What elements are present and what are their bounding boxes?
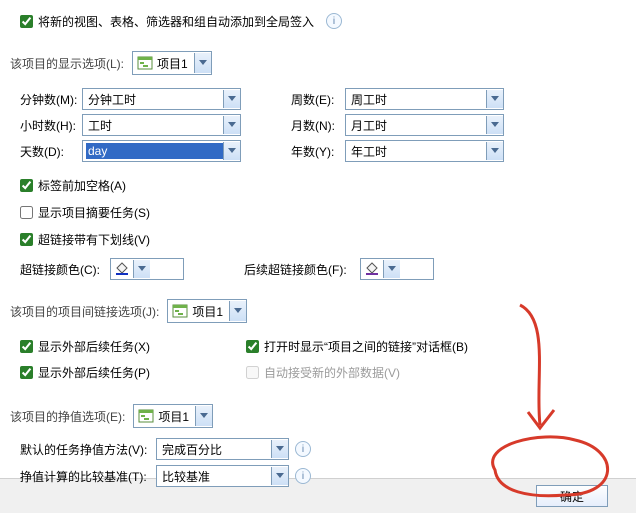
baseline-value: 比较基准 [160,468,212,485]
ev-project-value: 项目1 [158,408,195,425]
default-method-label: 默认的任务挣值方法(V): [20,441,156,458]
minutes-value: 分钟工时 [86,91,138,108]
auto-accept-text: 自动接受新的外部数据(V) [264,364,400,381]
followed-color-label: 后续超链接颜色(F): [244,261,360,278]
auto-add-global-input[interactable] [20,15,33,28]
chevron-down-icon [223,142,240,160]
months-label: 月数(N): [291,117,345,134]
ev-section-header: 该项目的挣值选项(E): [10,408,125,425]
project-icon [136,54,154,72]
project-icon [171,302,189,320]
days-combo[interactable]: day [82,140,241,162]
chevron-down-icon [383,260,400,278]
minutes-combo[interactable]: 分钟工时 [82,88,241,110]
chevron-down-icon [133,260,150,278]
default-method-combo[interactable]: 完成百分比 [156,438,289,460]
chevron-down-icon [271,467,288,485]
chevron-down-icon [194,53,211,73]
display-project-value: 项目1 [157,55,194,72]
display-project-combo[interactable]: 项目1 [132,51,212,75]
hyperlink-underline-text: 超链接带有下划线(V) [38,231,150,248]
weeks-label: 周数(E): [291,91,345,108]
space-before-label-text: 标签前加空格(A) [38,177,126,194]
months-value: 月工时 [349,117,389,134]
paint-bucket-icon [111,262,133,276]
hours-combo[interactable]: 工时 [82,114,241,136]
show-ext-succ-p-checkbox[interactable]: 显示外部后续任务(P) [20,364,150,381]
hyperlink-underline-checkbox[interactable]: 超链接带有下划线(V) [20,231,150,248]
crosslink-section-header: 该项目的项目间链接选项(J): [10,303,159,320]
chevron-down-icon [486,116,503,134]
chevron-down-icon [271,440,288,458]
auto-add-global-label: 将新的视图、表格、筛选器和组自动添加到全局签入 [38,13,314,30]
ok-button[interactable]: 确定 [536,485,608,507]
help-icon[interactable]: i [295,468,311,484]
open-dialog-text: 打开时显示“项目之间的链接”对话框(B) [264,338,468,355]
baseline-label: 挣值计算的比较基准(T): [20,468,156,485]
years-combo[interactable]: 年工时 [345,140,504,162]
auto-add-global-checkbox[interactable]: 将新的视图、表格、筛选器和组自动添加到全局签入 [20,13,314,30]
hyperlink-color-picker[interactable] [110,258,184,280]
weeks-value: 周工时 [349,91,389,108]
show-summary-tasks-text: 显示项目摘要任务(S) [38,204,150,221]
crosslink-project-value: 项目1 [192,303,229,320]
baseline-combo[interactable]: 比较基准 [156,465,289,487]
space-before-label-checkbox[interactable]: 标签前加空格(A) [20,177,126,194]
show-ext-succ-x-checkbox[interactable]: 显示外部后续任务(X) [20,338,150,355]
chevron-down-icon [223,116,240,134]
hours-label: 小时数(H): [20,117,82,134]
paint-bucket-icon [361,262,383,276]
show-ext-succ-x-text: 显示外部后续任务(X) [38,338,150,355]
years-label: 年数(Y): [291,143,345,160]
days-value: day [86,143,223,159]
chevron-down-icon [229,301,246,321]
chevron-down-icon [486,142,503,160]
default-method-value: 完成百分比 [160,441,224,458]
ev-project-combo[interactable]: 项目1 [133,404,213,428]
help-icon[interactable]: i [326,13,342,29]
show-ext-succ-p-text: 显示外部后续任务(P) [38,364,150,381]
hours-value: 工时 [86,117,114,134]
display-section-header: 该项目的显示选项(L): [10,55,124,72]
help-icon[interactable]: i [295,441,311,457]
auto-accept-checkbox: 自动接受新的外部数据(V) [246,364,400,381]
hyperlink-color-label: 超链接颜色(C): [20,261,110,278]
chevron-down-icon [195,406,212,426]
months-combo[interactable]: 月工时 [345,114,504,136]
minutes-label: 分钟数(M): [20,91,82,108]
weeks-combo[interactable]: 周工时 [345,88,504,110]
chevron-down-icon [486,90,503,108]
followed-color-picker[interactable] [360,258,434,280]
years-value: 年工时 [349,143,389,160]
crosslink-project-combo[interactable]: 项目1 [167,299,247,323]
chevron-down-icon [223,90,240,108]
show-summary-tasks-checkbox[interactable]: 显示项目摘要任务(S) [20,204,150,221]
open-dialog-checkbox[interactable]: 打开时显示“项目之间的链接”对话框(B) [246,338,468,355]
days-label: 天数(D): [20,143,82,160]
project-icon [137,407,155,425]
